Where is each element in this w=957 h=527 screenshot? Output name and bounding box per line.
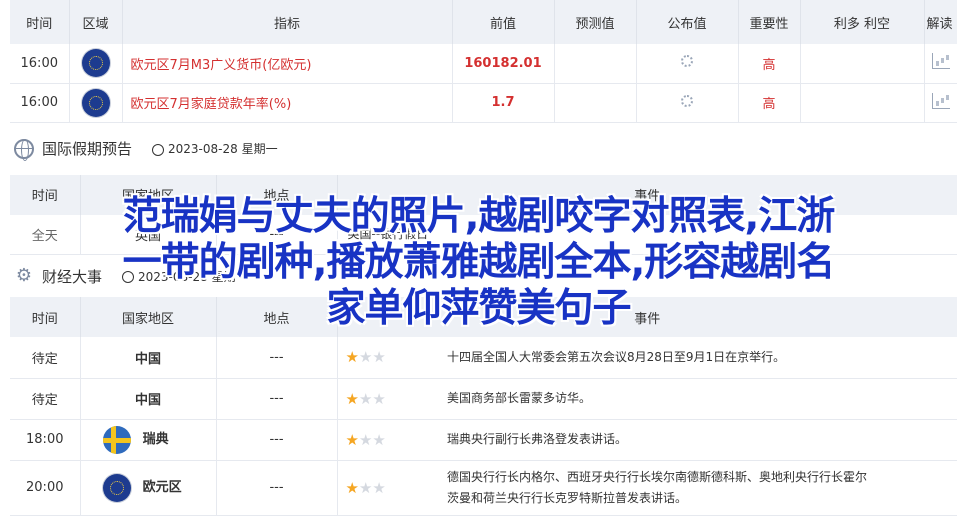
- calendar-indicator-link[interactable]: 欧元区7月家庭贷款年率(%): [122, 83, 453, 123]
- chart-icon[interactable]: [931, 53, 950, 70]
- overlay-line: 范瑞娟与丈夫的照片,越剧咬字对照表,江浙: [122, 194, 836, 239]
- event-row: 20:00 欧元区 --- ★★★ 德国央行行长内格尔、西班牙央行行长埃尔南德斯…: [10, 460, 957, 516]
- event-text: 美国商务部长雷蒙多访华。: [437, 378, 957, 420]
- star-icon: ★: [345, 430, 359, 449]
- event-stars: ★★★: [337, 460, 437, 516]
- title-overlay: 范瑞娟与丈夫的照片,越剧咬字对照表,江浙 一带的剧种,播放萧雅越剧全本,形容越剧…: [0, 194, 957, 332]
- col-header-indicator: 指标: [122, 0, 453, 44]
- calendar-forecast: [554, 44, 637, 84]
- event-time: 待定: [10, 378, 81, 420]
- calendar-bull-bear: [800, 83, 925, 123]
- event-text: 瑞典央行副行长弗洛登发表讲话。: [437, 419, 957, 461]
- economic-calendar-table: 时间 区域 指标 前值 预测值 公布值 重要性 利多 利空 解读 16:00 欧…: [10, 0, 957, 123]
- star-icon: ★: [372, 348, 386, 367]
- calendar-bull-bear: [800, 44, 925, 84]
- star-icon: ★: [372, 478, 386, 497]
- event-text: 德国央行行长内格尔、西班牙央行行长埃尔南德斯德科斯、奥地利央行行长霍尔 茨曼和荷兰…: [437, 460, 957, 516]
- event-text-line: 茨曼和荷兰央行行长克罗特斯拉普发表讲话。: [447, 490, 688, 505]
- calendar-header-row: 时间 区域 指标 前值 预测值 公布值 重要性 利多 利空 解读: [10, 0, 957, 44]
- event-place: ---: [216, 378, 338, 420]
- overlay-line: 家单仰萍赞美句子: [326, 286, 631, 331]
- calendar-importance: 高: [738, 44, 801, 84]
- event-country: 欧元区: [142, 480, 182, 495]
- event-stars: ★★★: [337, 378, 437, 420]
- clock-icon: [152, 143, 165, 156]
- chart-icon[interactable]: [931, 92, 950, 109]
- event-stars: ★★★: [337, 337, 437, 379]
- star-icon: ★: [345, 478, 359, 497]
- calendar-prev-value: 160182.01: [452, 44, 555, 84]
- event-text-line: 德国央行行长内格尔、西班牙央行行长埃尔南德斯德科斯、奥地利央行行长霍尔: [447, 469, 868, 484]
- calendar-row: 16:00 欧元区7月M3广义货币(亿欧元) 160182.01 高: [10, 44, 957, 84]
- loading-spinner-icon: [681, 55, 693, 68]
- star-icon: ★: [345, 348, 359, 367]
- event-country: 中国: [80, 378, 217, 420]
- event-text: 十四届全国人大常委会第五次会议8月28日至9月1日在京举行。: [437, 337, 957, 379]
- event-row: 18:00 瑞典 --- ★★★ 瑞典央行副行长弗洛登发表讲话。: [10, 419, 957, 461]
- overlay-line: 一带的剧种,播放萧雅越剧全本,形容越剧名: [122, 240, 836, 285]
- col-header-time: 时间: [10, 0, 70, 44]
- event-time: 20:00: [10, 460, 81, 516]
- event-country: 中国: [80, 337, 217, 379]
- calendar-indicator-link[interactable]: 欧元区7月M3广义货币(亿欧元): [122, 44, 453, 84]
- calendar-prev-value: 1.7: [452, 83, 555, 123]
- star-icon: ★: [345, 389, 359, 408]
- event-place: ---: [216, 337, 338, 379]
- eu-flag-icon: [81, 88, 110, 117]
- event-place: ---: [216, 419, 338, 461]
- globe-icon: [14, 138, 34, 161]
- col-header-region: 区域: [69, 0, 123, 44]
- event-stars: ★★★: [337, 419, 437, 461]
- event-place: ---: [216, 460, 338, 516]
- calendar-time: 16:00: [10, 83, 70, 123]
- col-header-prev: 前值: [452, 0, 555, 44]
- event-time: 待定: [10, 337, 81, 379]
- eu-flag-icon: [102, 473, 131, 502]
- col-header-bull-bear: 利多 利空: [800, 0, 925, 44]
- col-header-importance: 重要性: [738, 0, 801, 44]
- calendar-importance: 高: [738, 83, 801, 123]
- event-time: 18:00: [10, 419, 81, 461]
- star-icon: ★: [372, 430, 386, 449]
- event-row: 待定 中国 --- ★★★ 美国商务部长雷蒙多访华。: [10, 378, 957, 420]
- sweden-flag-icon: [102, 425, 131, 454]
- loading-spinner-icon: [681, 94, 693, 107]
- star-icon: ★: [372, 389, 386, 408]
- star-icon: ★: [358, 430, 373, 449]
- star-icon: ★: [358, 478, 373, 497]
- calendar-row: 16:00 欧元区7月家庭贷款年率(%) 1.7 高: [10, 83, 957, 123]
- event-country: 瑞典: [142, 432, 169, 447]
- eu-flag-icon: [81, 49, 110, 78]
- holidays-date: 2023-08-28 星期一: [168, 142, 278, 156]
- col-header-actual: 公布值: [636, 0, 739, 44]
- star-icon: ★: [358, 348, 373, 367]
- event-row: 待定 中国 --- ★★★ 十四届全国人大常委会第五次会议8月28日至9月1日在…: [10, 337, 957, 379]
- calendar-time: 16:00: [10, 44, 70, 84]
- holidays-section-header: 国际假期预告 2023-08-28 星期一: [10, 123, 957, 175]
- star-icon: ★: [358, 389, 373, 408]
- holidays-title: 国际假期预告: [42, 140, 133, 158]
- col-header-forecast: 预测值: [554, 0, 637, 44]
- col-header-analysis: 解读: [924, 0, 957, 44]
- calendar-forecast: [554, 83, 637, 123]
